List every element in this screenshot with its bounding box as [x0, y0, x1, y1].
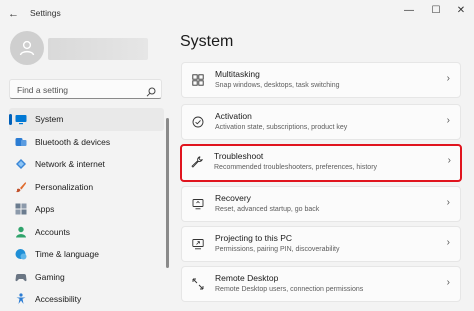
avatar[interactable] [10, 31, 44, 65]
sidebar-item-label: Personalization [35, 181, 94, 192]
sidebar-item-accounts[interactable]: Accounts [9, 221, 164, 244]
sidebar-item-label: Gaming [35, 271, 65, 282]
card-description: Permissions, pairing PIN, discoverabilit… [215, 246, 340, 253]
chevron-right-icon: › [446, 277, 450, 288]
sidebar-item-label: Accounts [35, 226, 70, 237]
settings-card-multitasking[interactable]: Multitasking Snap windows, desktops, tas… [181, 62, 461, 98]
sidebar-item-system[interactable]: System [9, 108, 164, 131]
remote-desktop-icon [192, 278, 204, 290]
card-description: Reset, advanced startup, go back [215, 206, 320, 213]
sidebar-item-label: System [35, 114, 64, 125]
settings-card-troubleshoot[interactable]: Troubleshoot Recommended troubleshooters… [180, 144, 462, 182]
search-icon[interactable] [146, 84, 156, 102]
paintbrush-icon [15, 181, 27, 193]
settings-card-remote-desktop[interactable]: Remote Desktop Remote Desktop users, con… [181, 266, 461, 302]
sidebar-item-apps[interactable]: Apps [9, 198, 164, 221]
card-title: Recovery [215, 193, 251, 203]
bluetooth-icon [15, 136, 27, 148]
title-bar: ← Settings — ☐ ✕ [0, 0, 474, 28]
monitor-icon [15, 113, 27, 125]
card-title: Projecting to this PC [215, 233, 293, 243]
sidebar-item-label: Network & internet [35, 159, 105, 170]
sidebar-item-time-language[interactable]: Time & language [9, 243, 164, 266]
network-icon [15, 158, 27, 170]
settings-card-recovery[interactable]: Recovery Reset, advanced startup, go bac… [181, 186, 461, 222]
card-description: Recommended troubleshooters, preferences… [214, 164, 378, 171]
back-arrow-icon[interactable]: ← [8, 7, 19, 21]
person-icon [15, 226, 27, 238]
accessibility-icon [15, 293, 27, 305]
sidebar-item-label: Time & language [35, 249, 99, 260]
card-title: Activation [215, 111, 252, 121]
recovery-icon [192, 198, 204, 210]
window-title: Settings [30, 8, 61, 18]
chevron-right-icon: › [446, 115, 450, 126]
search-input[interactable] [15, 82, 147, 98]
sidebar-item-accessibility[interactable]: Accessibility [9, 288, 164, 311]
chevron-right-icon: › [446, 73, 450, 84]
check-circle-icon [192, 116, 204, 128]
sidebar-scrollbar[interactable] [166, 118, 169, 268]
card-title: Multitasking [215, 69, 260, 79]
chevron-right-icon: › [446, 237, 450, 248]
sidebar-nav: System Bluetooth & devices Network & int… [9, 108, 164, 311]
chevron-right-icon: › [447, 155, 451, 166]
apps-icon [15, 203, 27, 215]
chevron-right-icon: › [446, 197, 450, 208]
minimize-button[interactable]: — [398, 3, 420, 17]
wrench-icon [191, 156, 203, 168]
sidebar-item-network[interactable]: Network & internet [9, 153, 164, 176]
settings-card-activation[interactable]: Activation Activation state, subscriptio… [181, 104, 461, 140]
sidebar-item-personalization[interactable]: Personalization [9, 176, 164, 199]
multitasking-icon [192, 74, 204, 86]
username-redacted [48, 38, 148, 60]
sidebar-item-label: Bluetooth & devices [35, 136, 111, 147]
sidebar-item-label: Apps [35, 204, 55, 215]
search-box[interactable] [9, 79, 162, 99]
sidebar-item-gaming[interactable]: Gaming [9, 266, 164, 289]
gamepad-icon [15, 271, 27, 283]
card-title: Troubleshoot [214, 151, 264, 161]
person-icon [19, 40, 35, 56]
sidebar-item-bluetooth[interactable]: Bluetooth & devices [9, 131, 164, 154]
settings-card-projecting[interactable]: Projecting to this PC Permissions, pairi… [181, 226, 461, 262]
card-description: Remote Desktop users, connection permiss… [215, 286, 364, 293]
projector-icon [192, 238, 204, 250]
page-title: System [180, 33, 234, 50]
card-description: Activation state, subscriptions, product… [215, 124, 348, 131]
globe-clock-icon [15, 248, 27, 260]
close-button[interactable]: ✕ [450, 3, 472, 17]
maximize-button[interactable]: ☐ [425, 3, 447, 17]
card-title: Remote Desktop [215, 273, 279, 283]
card-description: Snap windows, desktops, task switching [215, 82, 340, 89]
sidebar-item-label: Accessibility [35, 294, 82, 305]
